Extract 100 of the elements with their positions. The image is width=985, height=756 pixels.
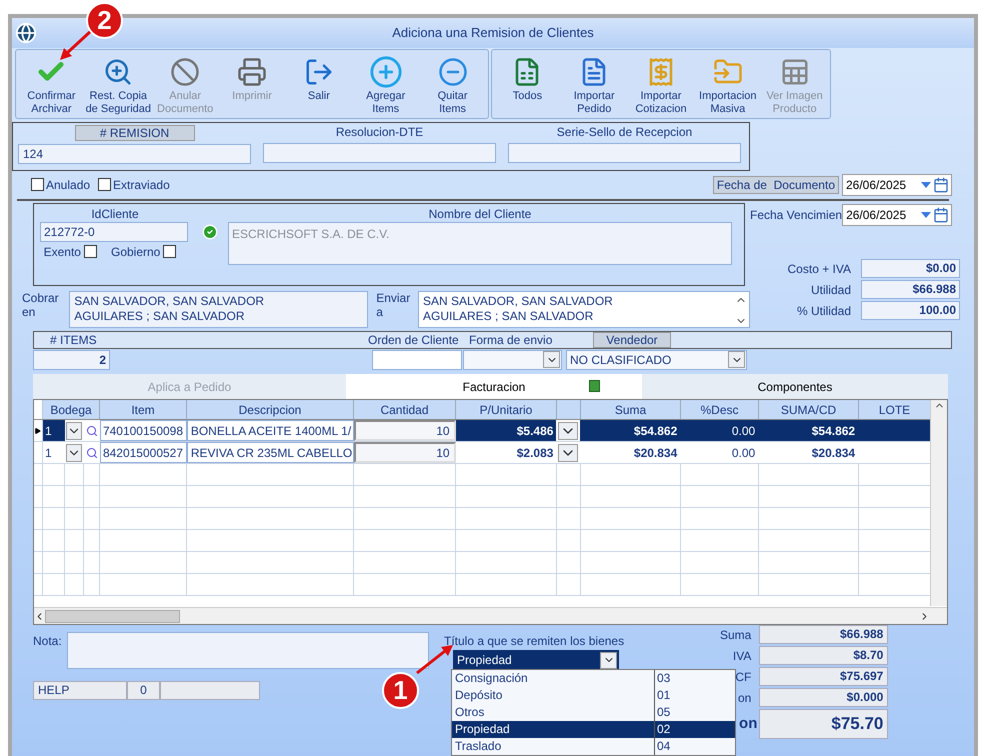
fecha-vencimiento-label: Fecha Vencimien: [750, 209, 842, 221]
serie-field[interactable]: [508, 143, 741, 163]
vendedor-label: Vendedor: [593, 332, 671, 348]
margin-label: % Utilidad: [796, 304, 851, 316]
total-label: on: [739, 714, 758, 734]
search-icon[interactable]: [86, 424, 98, 438]
checkbox[interactable]: [163, 245, 176, 258]
dropdown-option[interactable]: Consignación 03: [452, 670, 735, 687]
serie-label: Serie-Sello de Recepcion: [556, 125, 692, 139]
toolbar-button[interactable]: Importar Pedido: [560, 50, 628, 118]
quantity-field[interactable]: 10: [354, 442, 456, 463]
checkbox[interactable]: [98, 178, 112, 191]
calendar-icon: [933, 207, 950, 223]
resolucion-field[interactable]: [263, 143, 496, 163]
remision-label: # REMISION: [74, 125, 194, 141]
nota-label: Nota:: [33, 633, 63, 650]
toolbar-button[interactable]: Salir: [285, 50, 352, 118]
quantity-field[interactable]: 10: [354, 420, 456, 441]
vertical-scrollbar[interactable]: [930, 400, 947, 606]
chevron-down-icon: [543, 351, 560, 368]
remision-field: 124: [18, 144, 251, 164]
total-label: Suma: [720, 628, 752, 640]
tab[interactable]: Componentes: [642, 374, 948, 399]
globe-icon: [15, 22, 37, 44]
horizontal-scrollbar[interactable]: [34, 607, 947, 624]
checkbox-label: Exento: [44, 246, 81, 258]
scroll-thumb[interactable]: [45, 610, 180, 622]
calendar-icon: [933, 176, 949, 192]
chevron-down-icon[interactable]: [66, 444, 82, 462]
nota-field[interactable]: [67, 632, 429, 669]
status-cell: HELP: [33, 681, 127, 700]
tab-icon: [589, 380, 600, 392]
dropdown[interactable]: Propiedad: [453, 650, 619, 670]
dropdown-option[interactable]: Depósito 01: [452, 687, 735, 704]
dropdown[interactable]: [463, 350, 562, 370]
column-header: LOTE: [859, 400, 931, 419]
dropdown-option[interactable]: Traslado 04: [452, 738, 735, 755]
table-cell: 842015000527: [100, 442, 187, 463]
chevron-down-icon: [728, 351, 745, 368]
callout-badge: 2: [86, 2, 123, 39]
checkbox-label: Gobierno: [110, 246, 160, 258]
items-label: # ITEMS: [50, 334, 98, 346]
idcliente-label: IdCliente: [91, 208, 139, 220]
search-icon[interactable]: [86, 446, 98, 460]
column-header: Item: [100, 400, 187, 419]
column-header: SUMA/CD: [759, 400, 859, 419]
column-header: [557, 400, 581, 419]
enviar-address-field: SAN SALVADOR, SAN SALVADOR AGUILARES ; SAN SALVADOR: [418, 291, 750, 328]
plus-icon: [368, 55, 403, 89]
cobrar-address-field: SAN SALVADOR, SAN SALVADOR AGUILARES ; SAN SALVADOR: [69, 291, 368, 328]
status-cell: 0: [127, 681, 160, 700]
tab[interactable]: Facturacion: [346, 374, 642, 399]
column-header: P/Unitario: [456, 400, 557, 419]
grid-row[interactable]: 1 842015000527 REVIVA CR 235ML CABELLO 10 $2.083 $20.834 0.00 $20.834: [34, 442, 930, 464]
margin-label: Costo + IVA: [788, 262, 851, 274]
toolbar-button[interactable]: Confirmar Archivar: [18, 50, 85, 118]
dropdown-arrow-icon: [921, 182, 931, 188]
date-field[interactable]: 26/06/2025: [842, 174, 952, 196]
orden-label: Orden de Cliente: [368, 334, 460, 346]
checkbox-label: Anulado: [46, 178, 90, 190]
grid-row[interactable]: 1 740100150098 BONELLA ACEITE 1400ML 1/ 10 $5.486 $54.862 0.00 $54.862: [34, 420, 930, 442]
window-title: Adiciona una Remision de Clientes: [391, 24, 595, 42]
enviar-label: Enviar a: [376, 291, 412, 321]
margin-value: $0.00: [861, 259, 960, 278]
margin-label: Utilidad: [810, 284, 851, 296]
printer-icon: [237, 57, 267, 87]
checkbox[interactable]: [31, 178, 44, 191]
resolucion-label: Resolucion-DTE: [336, 125, 424, 139]
margin-value: 100.00: [861, 301, 960, 320]
date-field[interactable]: 26/06/2025: [842, 204, 952, 226]
orden-field[interactable]: [372, 350, 462, 370]
chevron-down-icon[interactable]: [558, 444, 578, 462]
magnifier-icon: [103, 57, 134, 87]
toolbar-button[interactable]: Agregar Items: [352, 50, 420, 118]
toolbar-button[interactable]: Todos: [494, 50, 561, 118]
minus-icon: [438, 57, 468, 87]
toolbar-button[interactable]: Importar Cotizacion: [628, 50, 694, 118]
chevron-down-icon[interactable]: [558, 422, 578, 440]
total-label: IVA: [732, 650, 752, 662]
table-cell: $5.486: [456, 420, 556, 441]
total-label: CF: [735, 670, 752, 682]
idcliente-field[interactable]: 212772-0: [40, 222, 188, 242]
nombre-label: Nombre del Cliente: [428, 208, 532, 220]
table-cell: 740100150098: [100, 420, 187, 441]
total-label: on: [738, 692, 752, 704]
table-cell: REVIVA CR 235ML CABELLO: [186, 442, 354, 463]
checkbox[interactable]: [84, 245, 97, 258]
toolbar-button[interactable]: Quitar Items: [419, 50, 486, 118]
toolbar-button[interactable]: Rest. Copia de Seguridad: [84, 50, 152, 118]
chevron-down-icon[interactable]: [66, 422, 82, 440]
total-value: $0.000: [759, 688, 888, 707]
total-value: $8.70: [759, 646, 888, 665]
column-header: Bodega: [43, 400, 100, 419]
table-cell: BONELLA ACEITE 1400ML 1/: [186, 420, 354, 441]
column-header: Cantidad: [354, 400, 456, 419]
nombre-field: ESCRICHSOFT S.A. DE C.V.: [228, 222, 732, 265]
dropdown-option[interactable]: Propiedad 02: [452, 721, 735, 738]
toolbar-button[interactable]: Importacion Masiva: [694, 50, 762, 118]
dropdown[interactable]: NO CLASIFICADO: [566, 350, 747, 370]
dropdown-arrow-icon: [921, 212, 932, 218]
